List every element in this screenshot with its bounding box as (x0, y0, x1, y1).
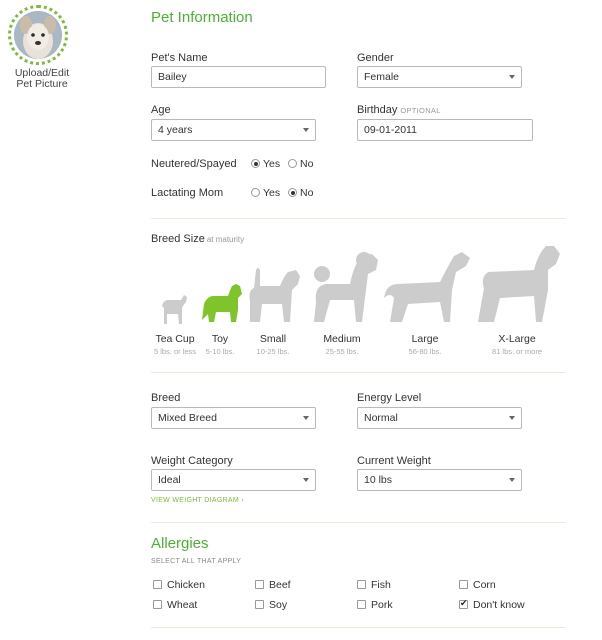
allergy-option[interactable]: Corn (459, 579, 496, 591)
chevron-down-icon (303, 128, 309, 132)
allergies-title: Allergies (151, 535, 209, 552)
checkbox-icon (255, 600, 264, 609)
allergy-option[interactable]: Don't know (459, 598, 525, 611)
breed-value: Mixed Breed (158, 412, 217, 424)
divider (151, 372, 565, 373)
allergy-label: Corn (473, 579, 496, 591)
chevron-down-icon (509, 416, 515, 420)
neutered-no-label: No (300, 158, 314, 170)
size-range: 81 lbs. or more (491, 347, 543, 356)
xlarge-dog-icon[interactable] (478, 246, 560, 322)
allergy-label: Pork (371, 599, 393, 611)
current-weight-select[interactable]: 10 lbs (357, 469, 522, 491)
size-range: 25-55 lbs. (325, 347, 359, 356)
allergy-label: Wheat (167, 599, 198, 611)
breed-size-picker (162, 246, 560, 324)
radio-icon (288, 159, 297, 168)
energy-select[interactable]: Normal (357, 407, 522, 429)
lactating-label: Lactating Mom (151, 187, 224, 199)
allergy-label: Don't know (473, 599, 525, 611)
allergy-option[interactable]: Fish (357, 579, 391, 591)
breed-select[interactable]: Mixed Breed (151, 407, 316, 429)
energy-label: Energy Level (357, 392, 422, 404)
checkbox-icon (153, 600, 162, 609)
allergies-instruction: SELECT ALL THAT APPLY (151, 558, 242, 565)
medium-dog-icon[interactable] (314, 252, 378, 322)
lactating-yes-label: Yes (263, 187, 281, 199)
pet-photo (14, 11, 62, 59)
caption-line-2: Pet Picture (16, 78, 68, 90)
pet-name-input[interactable]: Bailey (151, 66, 326, 88)
teacup-dog-icon[interactable] (162, 295, 187, 324)
divider (151, 627, 565, 628)
weight-category-select[interactable]: Ideal (151, 469, 316, 491)
age-select[interactable]: 4 years (151, 119, 316, 141)
small-dog-icon[interactable] (249, 268, 301, 322)
allergy-label: Beef (269, 579, 291, 591)
gender-label: Gender (357, 52, 394, 64)
lactating-no-option[interactable]: No (288, 187, 313, 199)
allergy-label: Fish (371, 579, 391, 591)
allergy-option[interactable]: Chicken (153, 579, 205, 591)
weight-category-label: Weight Category (151, 455, 233, 467)
radio-selected-icon (288, 188, 297, 197)
lactating-no-label: No (300, 187, 314, 199)
neutered-no-option[interactable]: No (288, 158, 313, 170)
allergy-option[interactable]: Soy (255, 599, 287, 611)
chevron-down-icon (509, 478, 515, 482)
chevron-down-icon (509, 75, 515, 79)
neutered-yes-label: Yes (263, 158, 281, 170)
size-name[interactable]: Medium (307, 333, 377, 345)
checkbox-icon (459, 580, 468, 589)
size-range: 56-80 lbs. (408, 347, 442, 356)
breed-label: Breed (151, 392, 181, 404)
energy-value: Normal (364, 412, 398, 424)
neutered-label: Neutered/Spayed (151, 158, 237, 170)
birthday-input[interactable]: 09-01-2011 (357, 119, 533, 141)
birthday-label: Birthday OPTIONAL (357, 104, 441, 116)
allergy-label: Soy (269, 599, 288, 611)
chevron-down-icon (303, 416, 309, 420)
upload-picture-link[interactable]: Upload/Edit Pet Picture (6, 68, 78, 90)
size-name[interactable]: X-Large (482, 333, 552, 345)
weight-category-value: Ideal (158, 474, 181, 486)
radio-selected-icon (251, 159, 260, 168)
gender-value: Female (364, 71, 400, 83)
lactating-yes-option[interactable]: Yes (251, 187, 280, 199)
age-value: 4 years (158, 124, 193, 136)
checkbox-icon (153, 580, 162, 589)
size-name[interactable]: Small (238, 333, 308, 345)
divider (151, 522, 565, 523)
radio-icon (251, 188, 260, 197)
checkbox-icon (255, 580, 264, 589)
current-weight-label: Current Weight (357, 455, 431, 467)
size-range: 10-25 lbs. (256, 347, 290, 356)
toy-dog-icon[interactable] (202, 284, 242, 322)
allergy-label: Chicken (167, 579, 205, 591)
pet-info-title: Pet Information (151, 9, 253, 26)
size-name[interactable]: Large (390, 333, 460, 345)
allergy-option[interactable]: Pork (357, 599, 393, 611)
allergy-option[interactable]: Wheat (153, 599, 197, 611)
pet-avatar[interactable] (8, 5, 68, 65)
pet-name-label: Pet's Name (151, 52, 208, 64)
allergy-option[interactable]: Beef (255, 579, 291, 591)
large-dog-icon[interactable] (384, 252, 470, 322)
age-label: Age (151, 104, 171, 116)
checkbox-checked-icon (459, 598, 468, 609)
birthday-label-text: Birthday (357, 104, 398, 116)
checkbox-icon (357, 580, 366, 589)
chevron-down-icon (303, 478, 309, 482)
gender-select[interactable]: Female (357, 66, 522, 88)
weight-diagram-link[interactable]: VIEW WEIGHT DIAGRAM › (151, 497, 244, 504)
divider (151, 218, 565, 219)
current-weight-value: 10 lbs (364, 474, 393, 486)
optional-tag: OPTIONAL (400, 106, 441, 115)
checkbox-icon (357, 600, 366, 609)
neutered-yes-option[interactable]: Yes (251, 158, 280, 170)
